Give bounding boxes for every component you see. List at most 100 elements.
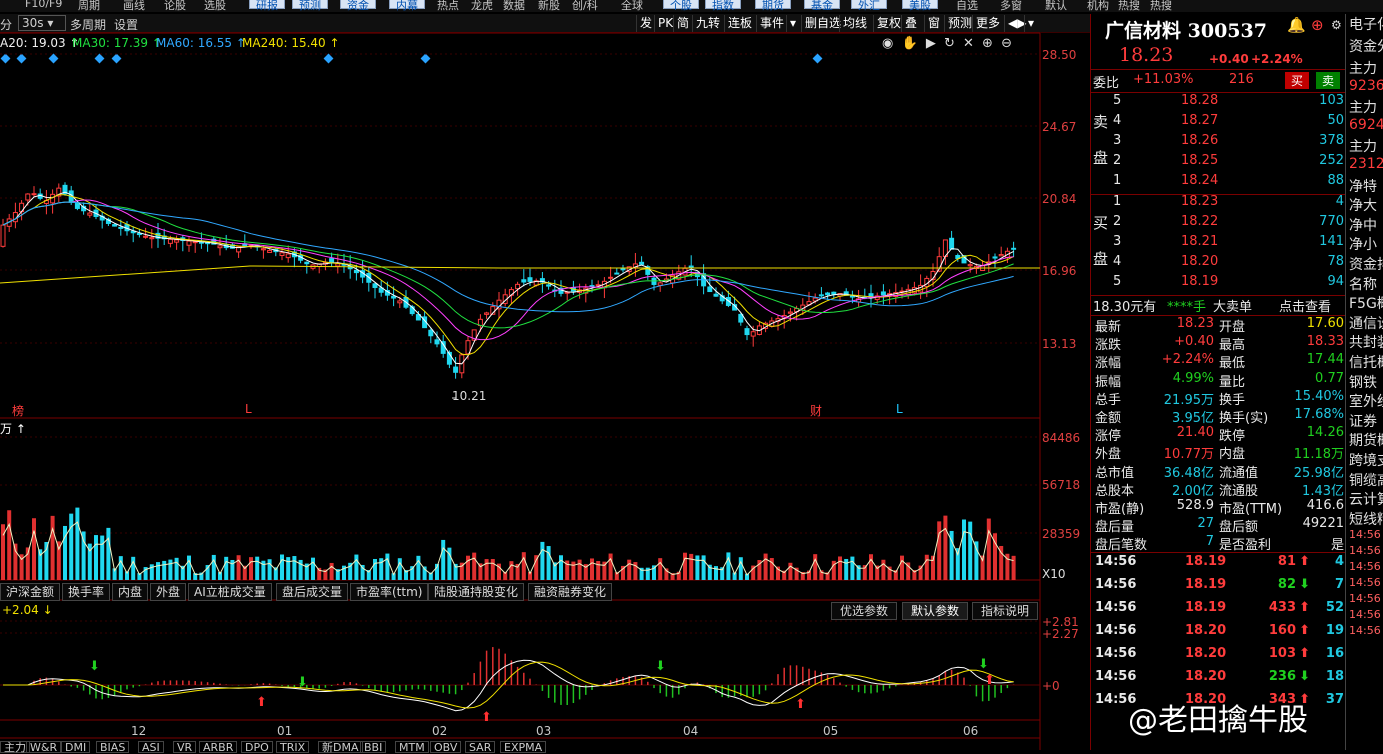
indicator-tab[interactable]: 内盘 xyxy=(112,583,149,601)
candle-body xyxy=(279,252,285,257)
ask-level-row: 5 18.28 103 xyxy=(1091,93,1346,113)
buy-button[interactable]: 买 xyxy=(1285,72,1310,89)
quote-key: 盘后量 xyxy=(1095,520,1135,536)
level-volume: 770 xyxy=(1319,214,1344,229)
volume-bar xyxy=(211,554,216,580)
candle-body xyxy=(787,311,793,314)
candle-body xyxy=(608,276,614,279)
quote-row: 涨幅 +2.24% 最低 17.44 xyxy=(1091,352,1346,371)
add-favorite-icon[interactable]: ⊕ xyxy=(1311,16,1324,34)
bottom-indicator-tab[interactable]: DPO xyxy=(241,741,273,753)
indicator-tab[interactable]: 市盈率(ttm) xyxy=(350,583,429,601)
bid-level-row: 4 18.20 78 xyxy=(1091,254,1346,274)
side-info-item: 净特 xyxy=(1349,178,1377,195)
bottom-indicator-tab[interactable]: EXPMA xyxy=(500,741,547,753)
top-menu-item[interactable]: 热搜 xyxy=(1150,0,1172,12)
view-big-order-link[interactable]: 点击查看 xyxy=(1279,296,1331,315)
indicator-tab[interactable]: 盘后成交量 xyxy=(276,583,349,601)
level-price: 18.21 xyxy=(1181,234,1219,249)
side-info-item: 资金分 xyxy=(1349,39,1383,55)
indicator-tab[interactable]: 外盘 xyxy=(150,583,187,601)
bottom-indicator-tab[interactable]: ARBR xyxy=(199,741,238,753)
bottom-indicator-tab[interactable]: OBV xyxy=(430,741,462,753)
indicator-param-button[interactable]: 默认参数 xyxy=(902,602,969,620)
volume-bar xyxy=(292,556,297,580)
settings-icon[interactable]: ⚙ xyxy=(1331,18,1342,32)
buy-signal-arrow-icon: ⬆ xyxy=(256,695,267,710)
time-tick-label: 01 xyxy=(277,724,293,738)
volume-bar xyxy=(311,557,315,580)
indicator-tab[interactable]: 沪深金额 xyxy=(0,583,61,601)
event-marker[interactable]: 榜 xyxy=(12,402,24,419)
side-info-item: 共封装 xyxy=(1349,335,1383,352)
quote-key: 盘后笔数 xyxy=(1095,538,1148,554)
volume-bar xyxy=(75,507,80,580)
level-price: 18.20 xyxy=(1181,254,1219,269)
volume-bar xyxy=(484,559,489,580)
bottom-indicator-tab[interactable]: DMI xyxy=(61,741,91,753)
quote-key: 是否盈利 xyxy=(1219,538,1272,554)
side-info-item: 铜缆高 xyxy=(1349,472,1383,489)
indicator-param-button[interactable]: 优选参数 xyxy=(831,602,898,620)
indicator-tick-label: +0 xyxy=(1042,679,1060,693)
volume-bar xyxy=(236,555,241,580)
quote-value: 21.95万 xyxy=(1163,392,1214,408)
sell-button[interactable]: 卖 xyxy=(1316,72,1341,89)
bottom-indicator-tab[interactable]: 新DMA xyxy=(318,741,363,753)
level-number: 3 xyxy=(1113,133,1122,148)
candle-body xyxy=(167,238,173,244)
side-info-item: 跨境支 xyxy=(1349,453,1383,469)
bid-level-row: 5 18.19 94 xyxy=(1091,274,1346,294)
bottom-indicator-tab[interactable]: ASI xyxy=(138,741,164,753)
candle-body xyxy=(831,291,837,295)
volume-bar xyxy=(658,558,663,580)
bottom-indicator-tab[interactable]: TRIX xyxy=(276,741,310,753)
kline-chart[interactable]: ⬇⬇⬇ ⬇⬆⬆⬆⬆ xyxy=(0,0,1090,750)
quote-key: 流通值 xyxy=(1219,465,1259,481)
time-tick-label: 04 xyxy=(683,724,699,738)
stock-title: 广信材料 300537 xyxy=(1105,20,1267,42)
indicator-tab[interactable]: 融资融券变化 xyxy=(528,583,613,601)
candle-body xyxy=(353,269,359,274)
volume-bar xyxy=(81,531,86,580)
level-price: 18.26 xyxy=(1181,133,1219,148)
indicator-tab[interactable]: 陆股通持股变化 xyxy=(428,583,525,601)
volume-bar xyxy=(224,556,229,580)
bottom-indicator-tab[interactable]: BBI xyxy=(360,741,387,753)
candle-body xyxy=(527,277,533,282)
indicator-param-button[interactable]: 指标说明 xyxy=(972,602,1039,620)
bottom-indicator-tab[interactable]: W&R xyxy=(26,741,62,753)
volume-bar xyxy=(249,557,253,580)
big-order-row[interactable]: 18.30元有 ****手 大卖单 点击查看 xyxy=(1091,296,1346,316)
event-marker[interactable]: L xyxy=(896,402,903,416)
side-info-item: 14:56 xyxy=(1349,624,1381,638)
event-marker[interactable]: L xyxy=(245,402,252,416)
side-info-item: 资金排 xyxy=(1349,257,1383,273)
indicator-tab[interactable]: AI立桩成交量 xyxy=(188,583,272,601)
bottom-indicator-tab[interactable]: SAR xyxy=(465,741,496,753)
top-menu-item[interactable]: 机构 xyxy=(1087,0,1109,12)
volume-bar xyxy=(962,519,966,580)
volume-bar xyxy=(881,559,886,580)
bottom-indicator-tab[interactable]: BIAS xyxy=(96,741,130,753)
tick-volume: 81 xyxy=(1277,554,1296,569)
event-marker[interactable]: 财 xyxy=(810,402,822,419)
quote-value: 是 xyxy=(1330,538,1344,554)
volume-bar xyxy=(1011,555,1016,580)
bottom-indicator-tab[interactable]: VR xyxy=(173,741,197,753)
time-tick-label: 12 xyxy=(131,724,147,738)
ask-level-row: 1 18.24 88 xyxy=(1091,173,1346,193)
candle-body xyxy=(546,284,552,287)
side-info-item: 14:56 xyxy=(1349,576,1381,590)
top-menu-item[interactable]: 热搜 xyxy=(1118,0,1140,12)
quote-row: 振幅 4.99% 量比 0.77 xyxy=(1091,371,1346,390)
quote-key: 振幅 xyxy=(1095,374,1122,390)
level-volume: 88 xyxy=(1327,173,1344,188)
bottom-indicator-tab[interactable]: MTM xyxy=(395,741,429,753)
arrow-up-icon: ⬆ xyxy=(1299,600,1310,615)
candle-body xyxy=(174,239,180,243)
indicator-tab[interactable]: 换手率 xyxy=(62,583,111,601)
volume-bar xyxy=(844,558,849,580)
level-volume: 4 xyxy=(1335,194,1344,209)
bell-icon[interactable]: 🔔 xyxy=(1287,16,1306,34)
